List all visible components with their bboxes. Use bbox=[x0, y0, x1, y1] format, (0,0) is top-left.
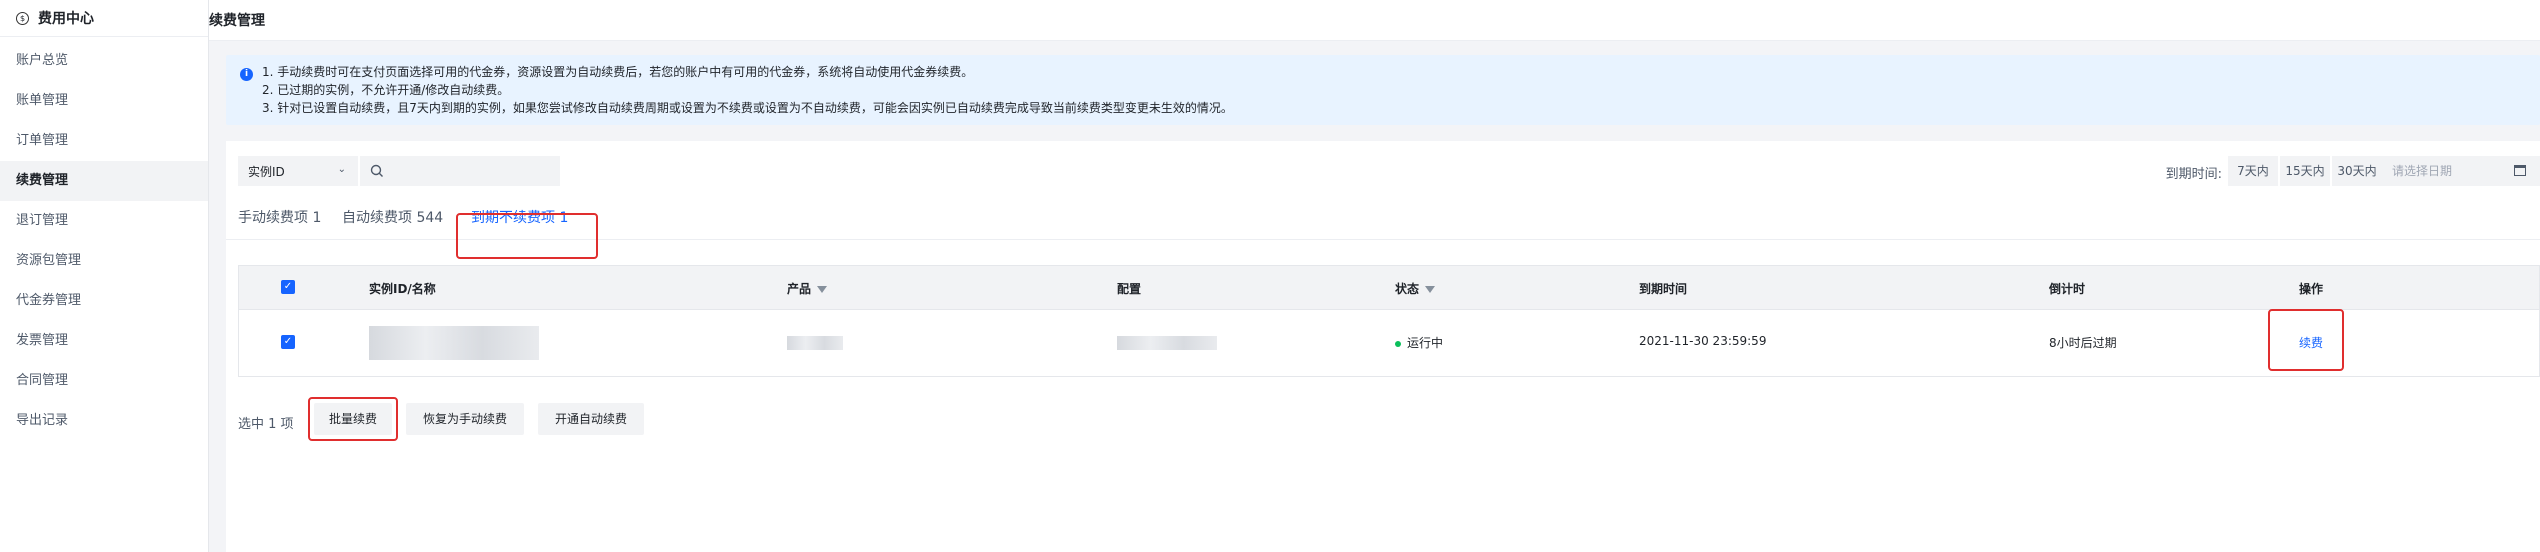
countdown-cell: 8小时后过期 bbox=[2049, 336, 2117, 350]
renewal-table: ✓ 实例ID/名称 产品 配置 状态 到期时间 倒计时 操作 ✓ 运行中 202… bbox=[238, 265, 2540, 377]
table-row: ✓ 运行中 2021-11-30 23:59:59 8小时后过期 续费 bbox=[239, 309, 2539, 376]
filter-icon[interactable] bbox=[817, 286, 828, 293]
sidebar-item-account-overview[interactable]: 账户总览 bbox=[0, 41, 208, 81]
sidebar-header: $ 费用中心 bbox=[0, 0, 208, 37]
notice-line: 3. 针对已设置自动续费，且7天内到期的实例，如果您尝试修改自动续费周期或设置为… bbox=[262, 101, 1233, 115]
sidebar-menu: 账户总览 账单管理 订单管理 续费管理 退订管理 资源包管理 代金券管理 发票管… bbox=[0, 41, 208, 441]
select-value: 实例ID bbox=[248, 164, 285, 179]
column-header-instance: 实例ID/名称 bbox=[369, 282, 436, 296]
blurred-instance-id bbox=[369, 326, 539, 360]
date-placeholder: 请选择日期 bbox=[2392, 164, 2453, 178]
blurred-product bbox=[787, 336, 843, 350]
running-dot-icon bbox=[1395, 340, 1401, 347]
chevron-down-icon: ⌄ bbox=[337, 164, 346, 175]
page-title: 续费管理 bbox=[209, 13, 265, 29]
date-picker[interactable]: 请选择日期 bbox=[2380, 156, 2540, 186]
sidebar-item-contract-management[interactable]: 合同管理 bbox=[0, 361, 208, 401]
range-30-days[interactable]: 30天内 bbox=[2332, 156, 2382, 186]
sidebar-item-bill-management[interactable]: 账单管理 bbox=[0, 81, 208, 121]
sidebar-item-refund-management[interactable]: 退订管理 bbox=[0, 201, 208, 241]
selected-count: 选中 1 项 bbox=[238, 417, 294, 432]
info-notice: i 1. 手动续费时可在支付页面选择可用的代金券，资源设置为自动续费后，若您的账… bbox=[226, 55, 2540, 125]
enable-auto-renew-button[interactable]: 开通自动续费 bbox=[538, 403, 644, 435]
column-header-product[interactable]: 产品 bbox=[787, 280, 828, 297]
blurred-config bbox=[1117, 336, 1217, 350]
page-header: 续费管理 bbox=[209, 0, 2540, 41]
range-15-days[interactable]: 15天内 bbox=[2280, 156, 2330, 186]
sidebar-item-resource-package[interactable]: 资源包管理 bbox=[0, 241, 208, 281]
status-badge: 运行中 bbox=[1395, 334, 1443, 351]
expire-time-cell: 2021-11-30 23:59:59 bbox=[1639, 334, 1767, 348]
search-icon bbox=[370, 164, 383, 177]
billing-center-icon: $ bbox=[16, 11, 29, 25]
sidebar-item-order-management[interactable]: 订单管理 bbox=[0, 121, 208, 161]
highlight-box-renew bbox=[2268, 309, 2344, 371]
instance-field-select[interactable]: 实例ID ⌄ bbox=[238, 156, 358, 186]
range-7-days[interactable]: 7天内 bbox=[2228, 156, 2278, 186]
sidebar: $ 费用中心 账户总览 账单管理 订单管理 续费管理 退订管理 资源包管理 代金… bbox=[0, 0, 209, 552]
highlight-box-tab bbox=[456, 213, 598, 259]
column-header-countdown: 倒计时 bbox=[2049, 282, 2086, 296]
sidebar-item-renewal-management[interactable]: 续费管理 bbox=[0, 161, 208, 201]
select-all-checkbox[interactable]: ✓ bbox=[281, 280, 295, 294]
notice-line: 1. 手动续费时可在支付页面选择可用的代金券，资源设置为自动续费后，若您的账户中… bbox=[262, 65, 974, 79]
column-header-expire-time: 到期时间 bbox=[1639, 282, 1688, 296]
restore-manual-renew-button[interactable]: 恢复为手动续费 bbox=[406, 403, 524, 435]
notice-line: 2. 已过期的实例，不允许开通/修改自动续费。 bbox=[262, 83, 510, 97]
sidebar-item-voucher-management[interactable]: 代金券管理 bbox=[0, 281, 208, 321]
column-header-action: 操作 bbox=[2299, 282, 2324, 296]
search-input[interactable] bbox=[360, 156, 560, 186]
notice-lines: 1. 手动续费时可在支付页面选择可用的代金券，资源设置为自动续费后，若您的账户中… bbox=[262, 63, 1233, 117]
row-checkbox[interactable]: ✓ bbox=[281, 335, 295, 349]
highlight-box-batch bbox=[308, 397, 398, 441]
sidebar-item-export-records[interactable]: 导出记录 bbox=[0, 401, 208, 441]
info-icon: i bbox=[240, 68, 253, 81]
sidebar-title: 费用中心 bbox=[38, 11, 94, 27]
expiry-time-label: 到期时间: bbox=[2165, 167, 2222, 182]
calendar-icon bbox=[2514, 165, 2526, 176]
column-header-status[interactable]: 状态 bbox=[1395, 280, 1436, 297]
filter-icon[interactable] bbox=[1425, 286, 1436, 293]
content-card: 实例ID ⌄ 到期时间: 7天内 15天内 30天内 请选择日期 手动续费项 1… bbox=[226, 141, 2540, 552]
tab-manual-renewal[interactable]: 手动续费项 1 bbox=[238, 207, 321, 227]
tab-auto-renewal[interactable]: 自动续费项 544 bbox=[342, 207, 443, 227]
main-area: i 1. 手动续费时可在支付页面选择可用的代金券，资源设置为自动续费后，若您的账… bbox=[209, 41, 2540, 552]
table-header: ✓ 实例ID/名称 产品 配置 状态 到期时间 倒计时 操作 bbox=[239, 266, 2539, 309]
column-header-config: 配置 bbox=[1117, 282, 1142, 296]
sidebar-item-invoice-management[interactable]: 发票管理 bbox=[0, 321, 208, 361]
